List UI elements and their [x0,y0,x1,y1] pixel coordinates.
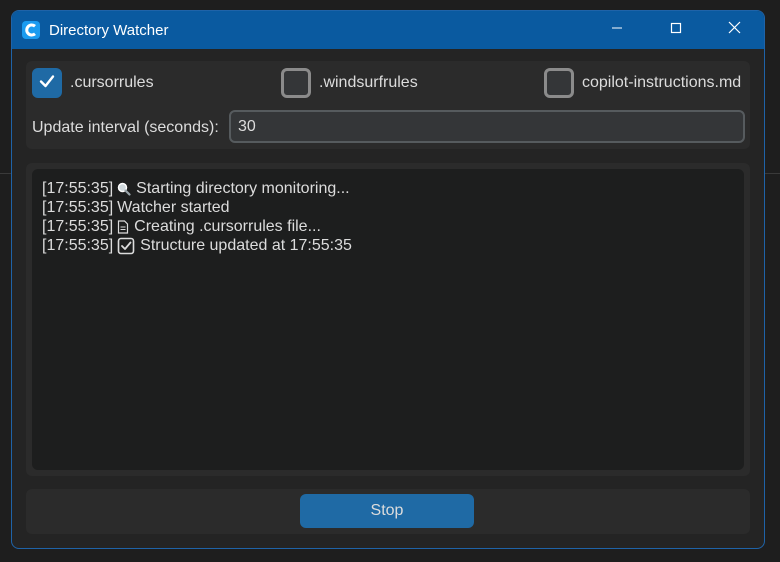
close-button[interactable] [705,11,764,49]
app-window: Directory Watcher .cursorrules .windsurf… [11,10,765,549]
update-interval-input[interactable] [229,110,745,143]
close-icon [728,21,741,39]
stop-button[interactable]: Stop [300,494,474,528]
maximize-icon [670,21,682,39]
log-line: [17:55:35] Creating .cursorrules file... [42,217,734,236]
checkbox-box[interactable] [32,68,62,98]
checkbox-windsurfrules[interactable]: .windsurfrules [281,67,418,99]
window-title: Directory Watcher [49,21,169,39]
log-message: Creating .cursorrules file... [134,218,321,235]
checkbox-box[interactable] [281,68,311,98]
checkbox-label: copilot-instructions.md [582,74,742,91]
log-message: Watcher started [117,199,230,216]
check-box-icon [117,237,135,255]
checkbox-copilot-instructions[interactable]: copilot-instructions.md [544,67,741,99]
log-line: [17:55:35] Watcher started [42,198,734,217]
log-timestamp: [17:55:35] [42,218,114,235]
log-panel: [17:55:35] Starting directory monitoring… [26,163,750,476]
checkbox-label: .cursorrules [70,74,154,91]
log-line: [17:55:35] Starting directory monitoring… [42,179,734,198]
log-textbox[interactable]: [17:55:35] Starting directory monitoring… [32,169,744,470]
checkmark-icon [38,72,56,95]
document-icon [117,219,129,234]
log-timestamp: [17:55:35] [42,199,114,216]
minimize-button[interactable] [587,11,646,49]
options-panel: .cursorrules .windsurfrules copilot-inst… [26,61,750,149]
title-bar[interactable]: Directory Watcher [12,11,764,49]
minimize-icon [611,21,623,39]
log-line: [17:55:35] Structure updated at 17:55:35 [42,236,734,255]
log-timestamp: [17:55:35] [42,180,114,197]
app-c-logo-icon [22,21,40,39]
checkbox-box[interactable] [544,68,574,98]
checkbox-cursorrules[interactable]: .cursorrules [32,67,154,99]
log-timestamp: [17:55:35] [42,237,114,254]
update-interval-label: Update interval (seconds): [32,119,219,136]
maximize-button[interactable] [646,11,705,49]
magnifier-icon [117,182,131,196]
desktop: Directory Watcher .cursorrules .windsurf… [0,0,780,562]
log-message: Structure updated at 17:55:35 [140,237,352,254]
action-panel: Stop [26,489,750,534]
checkbox-label: .windsurfrules [319,74,418,91]
log-message: Starting directory monitoring... [136,180,350,197]
